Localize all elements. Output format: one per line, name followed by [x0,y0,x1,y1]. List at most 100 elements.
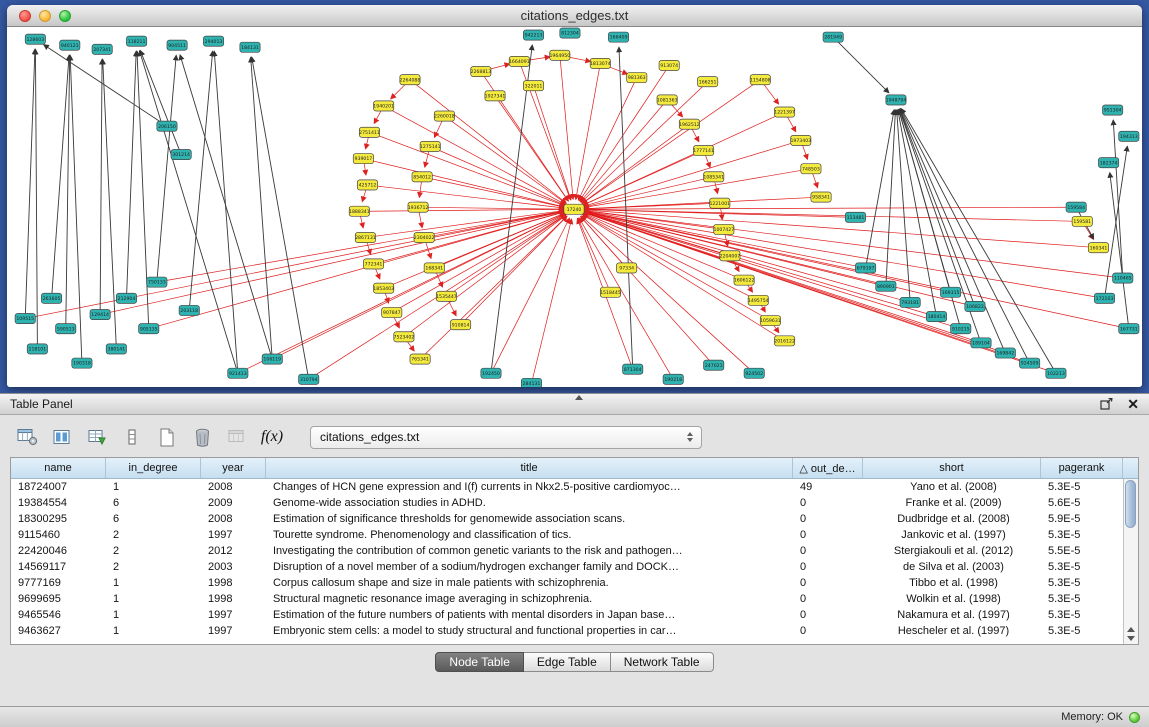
graph-node[interactable]: 1495754 [748,295,769,305]
citation-edge-red[interactable] [692,129,699,142]
graph-node[interactable]: 380141 [106,344,126,354]
citation-edge-red[interactable] [364,164,366,175]
citation-edge-red[interactable] [533,219,572,378]
graph-node[interactable]: 1962512 [679,119,700,129]
citation-edge-red[interactable] [423,207,564,209]
citation-edge-red[interactable] [424,216,567,355]
graph-node[interactable]: 981363 [627,73,647,83]
citation-edge-red[interactable] [576,68,600,199]
graph-node[interactable]: 182374 [1098,158,1118,168]
graph-node[interactable]: 310794 [299,374,319,384]
citation-edge-red[interactable] [464,216,567,321]
table-row[interactable]: 1872400712008Changes of HCN gene express… [11,479,1123,495]
citation-edge-red[interactable] [396,214,565,310]
citation-edge-red[interactable] [391,83,407,99]
citation-edge-black[interactable] [901,109,1053,369]
graph-node[interactable]: 924509 [1019,358,1039,368]
citation-edge-red[interactable] [364,209,563,211]
citation-edge-red[interactable] [535,91,571,200]
citation-edge-black[interactable] [157,55,176,277]
graph-node[interactable]: 2304022 [414,233,435,243]
citation-edge-black[interactable] [35,49,37,344]
graph-node[interactable]: 1664091 [509,56,530,66]
graph-node[interactable]: 169315 [941,287,961,297]
citation-edge-black[interactable] [886,110,895,281]
close-window-button[interactable] [19,10,31,22]
graph-node[interactable]: 2751411 [359,127,380,137]
graph-node[interactable]: 212904 [116,293,136,303]
graph-node[interactable]: 17240 [564,204,584,214]
citation-edge-black[interactable] [619,47,633,364]
graph-node[interactable]: 1964950 [549,50,570,60]
graph-node[interactable]: 106119 [262,354,282,364]
graph-node[interactable]: 1085341 [703,172,724,182]
graph-node[interactable]: 207341 [92,44,112,54]
panel-resize-grip[interactable] [575,395,583,400]
graph-node[interactable]: 1154808 [750,75,771,85]
graph-node[interactable]: 247021 [704,360,724,370]
table-row[interactable]: 1938455462009Genome-wide association stu… [11,495,1123,511]
show-columns-icon[interactable] [49,424,75,450]
graph-node[interactable]: 1221397 [774,107,795,117]
graph-node[interactable]: 159584 [1066,202,1086,212]
graph-node[interactable]: 1007427 [714,224,735,234]
citation-edge-red[interactable] [715,182,718,194]
graph-node[interactable]: 1813074 [590,58,611,68]
citation-edge-black[interactable] [867,110,895,263]
graph-node[interactable]: 189104 [971,338,991,348]
column-header-year[interactable]: year [201,458,266,478]
graph-node[interactable]: 1081363 [657,95,678,105]
graph-node[interactable]: 118101 [27,344,47,354]
graph-node[interactable]: 194313 [1119,131,1139,141]
graph-node[interactable]: 890901 [876,281,896,291]
graph-node[interactable]: 590513 [56,324,76,334]
graph-node[interactable]: 102213 [1046,368,1066,378]
citation-edge-red[interactable] [579,218,671,375]
citation-edge-red[interactable] [578,219,608,288]
graph-node[interactable]: 203118 [179,305,199,315]
graph-node[interactable]: 1927341 [485,91,506,101]
graph-node[interactable]: 128603 [25,34,45,44]
tab-network-table[interactable]: Network Table [611,652,714,672]
table-row[interactable]: 2242004622012Investigating the contribut… [11,543,1123,559]
graph-node[interactable]: 166409 [608,32,628,42]
graph-node[interactable]: 7523402 [394,332,415,342]
graph-node[interactable]: 2260018 [434,111,455,121]
table-row[interactable]: 969969511998Structural magnetic resonanc… [11,591,1123,607]
citation-edge-red[interactable] [671,104,683,117]
citation-edge-red[interactable] [803,145,808,159]
graph-node[interactable]: 921413 [228,368,248,378]
table-row[interactable]: 946362711997Embryonic stem cells: a mode… [11,623,1123,639]
citation-edge-red[interactable] [105,211,564,313]
graph-node[interactable]: 160341 [1088,243,1108,253]
minimize-window-button[interactable] [39,10,51,22]
table-row[interactable]: 1456911722003Disruption of a novel membe… [11,559,1123,575]
graph-node[interactable]: 913074 [659,60,679,70]
graph-node[interactable]: 910215 [951,324,971,334]
citation-edge-red[interactable] [374,134,564,206]
table-row[interactable]: 1830029562008Estimation of significance … [11,511,1123,527]
citation-edge-red[interactable] [242,214,564,371]
citation-edge-red[interactable] [705,155,710,167]
graph-node[interactable]: 942213 [523,30,543,40]
citation-edge-red[interactable] [434,121,442,138]
citation-edge-red[interactable] [1085,226,1093,239]
graph-node[interactable]: 1936712 [408,202,429,212]
citation-edge-black[interactable] [901,109,1028,359]
graph-node[interactable]: 939017 [353,154,373,164]
citation-edge-black[interactable] [140,51,179,150]
graph-node[interactable]: 322011 [523,81,543,91]
citation-edge-red[interactable] [584,170,806,208]
graph-node[interactable]: 1948794 [886,95,907,105]
citation-edge-red[interactable] [407,341,414,351]
column-header-title[interactable]: title [266,458,793,478]
citation-edge-black[interactable] [103,59,116,344]
table-selector-dropdown[interactable]: citations_edges.txt [310,426,702,449]
graph-node[interactable]: 1973403 [790,135,811,145]
zoom-window-button[interactable] [59,10,71,22]
column-header-short[interactable]: short [863,458,1041,478]
window-titlebar[interactable]: citations_edges.txt [7,5,1142,27]
citation-edge-black[interactable] [70,55,82,358]
tab-node-table[interactable]: Node Table [435,652,524,672]
graph-node[interactable]: 281949 [823,32,843,42]
